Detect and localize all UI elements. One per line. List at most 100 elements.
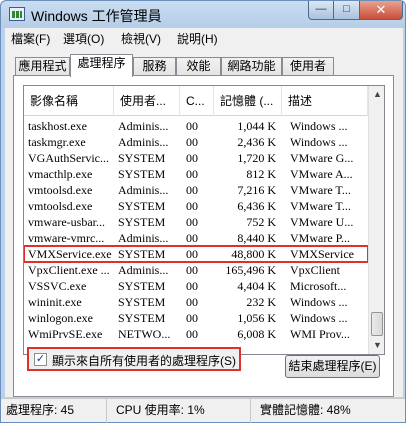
process-cpu: 00	[186, 327, 198, 341]
table-row[interactable]: WmiPrvSE.exe NETWO... 00 6,008 K WMI Prov...	[24, 326, 368, 342]
process-image-name: VGAuthServic...	[28, 151, 109, 165]
table-row[interactable]: vmacthlp.exe SYSTEM 00 812 K VMware A...	[24, 166, 368, 182]
status-cpu-usage: CPU 使用率: 1%	[111, 399, 251, 423]
tab-networking[interactable]: 網路功能	[221, 57, 282, 76]
title-bar[interactable]: Windows 工作管理員 — □ ✕	[1, 1, 405, 28]
status-physical-memory: 實體記憶體: 48%	[260, 403, 351, 417]
process-cpu: 00	[186, 119, 198, 133]
process-user: Adminis...	[118, 135, 169, 149]
process-user: SYSTEM	[118, 151, 166, 165]
table-row[interactable]: vmware-vmrc... Adminis... 00 8,440 K VMware …	[24, 230, 368, 246]
menu-file[interactable]: 檔案(F)	[11, 30, 50, 47]
process-image-name: VpxClient.exe ...	[28, 263, 110, 277]
tab-services[interactable]: 服務	[133, 57, 176, 76]
process-image-name: VMXService.exe	[28, 247, 112, 261]
process-description: Windows ...	[290, 119, 348, 133]
process-user: SYSTEM	[118, 279, 166, 293]
end-process-button[interactable]: 結束處理程序(E)	[285, 355, 380, 378]
process-image-name: vmtoolsd.exe	[28, 199, 93, 213]
process-cpu: 00	[186, 279, 198, 293]
task-manager-app-icon	[9, 7, 25, 21]
minimize-button[interactable]: —	[308, 1, 334, 20]
table-row[interactable]: VGAuthServic... SYSTEM 00 1,720 K VMware G..…	[24, 150, 368, 166]
process-cpu: 00	[186, 199, 198, 213]
process-list[interactable]: 影像名稱 使用者... C... 記憶體 (... 描述 taskhost.ex…	[23, 85, 385, 355]
table-row[interactable]: VpxClient.exe ... Adminis... 00 165,496 K Vp…	[24, 262, 368, 278]
process-memory: 1,056 K	[237, 311, 276, 325]
table-row[interactable]: vmtoolsd.exe Adminis... 00 7,216 K VMware T.…	[24, 182, 368, 198]
process-description: VMware A...	[290, 167, 353, 181]
table-row[interactable]: winlogon.exe SYSTEM 00 1,056 K Windows ...	[24, 310, 368, 326]
process-cpu: 00	[186, 151, 198, 165]
table-row[interactable]: taskmgr.exe Adminis... 00 2,436 K Windows ..…	[24, 134, 368, 150]
process-cpu: 00	[186, 135, 198, 149]
column-memory[interactable]: 記憶體 (...	[214, 86, 282, 116]
window-title: Windows 工作管理員	[31, 8, 162, 24]
tab-performance[interactable]: 效能	[176, 57, 221, 76]
tab-applications[interactable]: 應用程式	[15, 57, 70, 76]
table-row-selected[interactable]: VMXService.exe SYSTEM 00 48,800 K VMXService	[24, 245, 369, 263]
process-user: SYSTEM	[118, 167, 166, 181]
menu-options[interactable]: 選項(O)	[63, 30, 104, 47]
process-user: SYSTEM	[118, 215, 166, 229]
process-user: SYSTEM	[118, 199, 166, 213]
show-all-processes-option[interactable]: ✓ 顯示來自所有使用者的處理程序(S)	[27, 347, 241, 371]
table-row[interactable]: VSSVC.exe SYSTEM 00 4,404 K Microsoft...	[24, 278, 368, 294]
process-description: VMware T...	[290, 199, 351, 213]
process-memory: 6,008 K	[237, 327, 276, 341]
process-memory: 48,800 K	[231, 247, 276, 261]
table-row[interactable]: vmware-usbar... SYSTEM 00 752 K VMware U...	[24, 214, 368, 230]
process-image-name: VSSVC.exe	[28, 279, 87, 293]
process-user: Adminis...	[118, 263, 169, 277]
process-cpu: 00	[186, 167, 198, 181]
process-memory: 6,436 K	[237, 199, 276, 213]
process-description: Windows ...	[290, 295, 348, 309]
close-button[interactable]: ✕	[360, 1, 403, 20]
process-list-header: 影像名稱 使用者... C... 記憶體 (... 描述	[24, 86, 368, 116]
column-user-name[interactable]: 使用者...	[114, 86, 180, 116]
process-cpu: 00	[186, 183, 198, 197]
process-description: VMware G...	[290, 151, 354, 165]
menu-help[interactable]: 說明(H)	[177, 30, 218, 47]
process-user: Adminis...	[118, 183, 169, 197]
process-image-name: WmiPrvSE.exe	[28, 327, 103, 341]
process-user: Adminis...	[118, 231, 169, 245]
tab-users[interactable]: 使用者	[282, 57, 334, 76]
column-description[interactable]: 描述	[282, 86, 368, 116]
maximize-button[interactable]: □	[334, 1, 360, 20]
menu-view[interactable]: 檢視(V)	[121, 30, 161, 47]
process-user: SYSTEM	[118, 311, 166, 325]
table-row[interactable]: taskhost.exe Adminis... 00 1,044 K Windows .…	[24, 118, 368, 134]
menu-bar: 檔案(F) 選項(O) 檢視(V) 說明(H)	[5, 28, 403, 47]
process-memory: 7,216 K	[237, 183, 276, 197]
process-memory: 752 K	[246, 215, 276, 229]
process-image-name: vmware-usbar...	[28, 215, 105, 229]
process-description: VpxClient	[290, 263, 340, 277]
process-list-scrollbar[interactable]: ▲ ▼	[368, 86, 384, 354]
process-cpu: 00	[186, 215, 198, 229]
process-description: WMI Prov...	[290, 327, 350, 341]
process-image-name: taskmgr.exe	[28, 135, 86, 149]
process-description: VMware T...	[290, 183, 351, 197]
scroll-up-icon[interactable]: ▲	[369, 86, 384, 103]
process-description: VMware U...	[290, 215, 354, 229]
task-manager-window: Windows 工作管理員 — □ ✕ 檔案(F) 選項(O) 檢視(V) 說明…	[0, 0, 406, 423]
process-image-name: vmware-vmrc...	[28, 231, 105, 245]
scroll-down-icon[interactable]: ▼	[369, 337, 384, 354]
tab-processes[interactable]: 處理程序	[70, 54, 133, 77]
process-user: SYSTEM	[118, 295, 166, 309]
client-area: 應用程式 處理程序 服務 效能 網路功能 使用者 影像名稱 使用者... C..…	[5, 47, 403, 397]
table-row[interactable]: vmtoolsd.exe SYSTEM 00 6,436 K VMware T...	[24, 198, 368, 214]
process-cpu: 00	[186, 311, 198, 325]
process-memory: 232 K	[246, 295, 276, 309]
show-all-processes-label[interactable]: 顯示來自所有使用者的處理程序(S)	[52, 352, 236, 369]
column-cpu[interactable]: C...	[180, 86, 214, 116]
checkbox-checked-icon[interactable]: ✓	[34, 353, 47, 366]
column-image-name[interactable]: 影像名稱	[24, 86, 114, 116]
process-image-name: vmtoolsd.exe	[28, 183, 93, 197]
scroll-thumb[interactable]	[371, 312, 383, 336]
process-description: Windows ...	[290, 135, 348, 149]
table-row[interactable]: wininit.exe SYSTEM 00 232 K Windows ...	[24, 294, 368, 310]
process-description: Microsoft...	[290, 279, 347, 293]
status-bar: 處理程序: 45 CPU 使用率: 1% 實體記憶體: 48%	[1, 398, 405, 423]
